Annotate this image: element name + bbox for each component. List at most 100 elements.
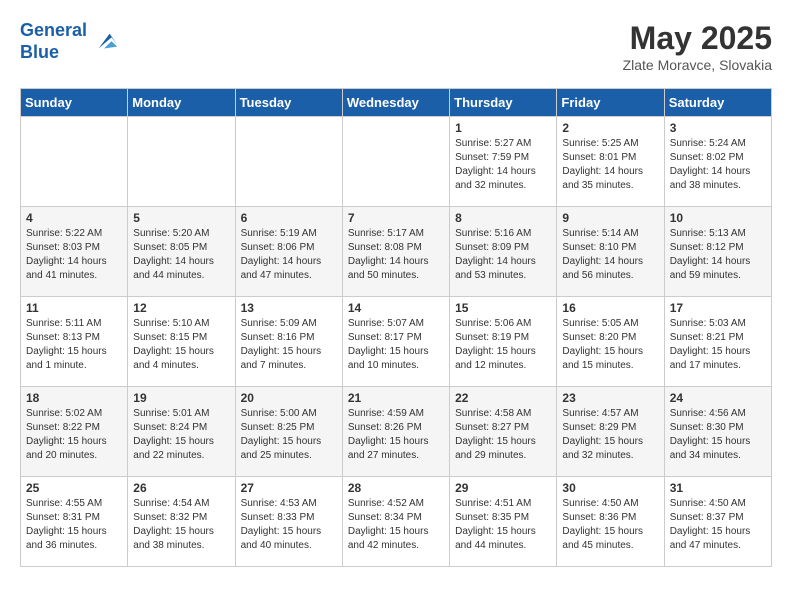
header-day-friday: Friday — [557, 89, 664, 117]
day-number: 26 — [133, 481, 229, 495]
title-block: May 2025 Zlate Moravce, Slovakia — [623, 20, 772, 73]
day-cell — [342, 117, 449, 207]
day-info: Sunrise: 5:03 AM Sunset: 8:21 PM Dayligh… — [670, 317, 766, 373]
week-row-5: 25Sunrise: 4:55 AM Sunset: 8:31 PM Dayli… — [21, 477, 772, 567]
day-cell: 30Sunrise: 4:50 AM Sunset: 8:36 PM Dayli… — [557, 477, 664, 567]
day-cell — [21, 117, 128, 207]
day-cell: 26 Sunrise: 4:54 AM Sunset: 8:32 PM Dayli… — [128, 477, 235, 567]
day-cell: 28 Sunrise: 4:52 AM Sunset: 8:34 PM Dayli… — [342, 477, 449, 567]
header-day-thursday: Thursday — [450, 89, 557, 117]
day-info: Sunrise: 5:09 AM Sunset: 8:16 PM Dayligh… — [241, 317, 337, 373]
day-info: Sunrise: 5:25 AM Sunset: 8:01 PM Dayligh… — [562, 137, 658, 193]
day-cell — [128, 117, 235, 207]
day-info: Sunrise: 5:02 AM Sunset: 8:22 PM Dayligh… — [26, 407, 122, 463]
day-number: 30 — [562, 481, 658, 495]
calendar-header: SundayMondayTuesdayWednesdayThursdayFrid… — [21, 89, 772, 117]
day-number: 12 — [133, 301, 229, 315]
day-cell: 17 Sunrise: 5:03 AM Sunset: 8:21 PM Dayli… — [664, 297, 771, 387]
header-day-monday: Monday — [128, 89, 235, 117]
day-cell: 2Sunrise: 5:25 AM Sunset: 8:01 PM Daylig… — [557, 117, 664, 207]
day-number: 14 — [348, 301, 444, 315]
day-info: Sunrise: 4:56 AM Sunset: 8:30 PM Dayligh… — [670, 407, 766, 463]
day-info: Sunrise: 5:11 AM Sunset: 8:13 PM Dayligh… — [26, 317, 122, 373]
day-number: 9 — [562, 211, 658, 225]
calendar-table: SundayMondayTuesdayWednesdayThursdayFrid… — [20, 88, 772, 567]
day-cell: 10Sunrise: 5:13 AM Sunset: 8:12 PM Dayli… — [664, 207, 771, 297]
day-cell: 11 Sunrise: 5:11 AM Sunset: 8:13 PM Dayli… — [21, 297, 128, 387]
day-cell: 27Sunrise: 4:53 AM Sunset: 8:33 PM Dayli… — [235, 477, 342, 567]
day-number: 29 — [455, 481, 551, 495]
day-number: 7 — [348, 211, 444, 225]
day-info: Sunrise: 5:16 AM Sunset: 8:09 PM Dayligh… — [455, 227, 551, 283]
day-cell: 15Sunrise: 5:06 AM Sunset: 8:19 PM Dayli… — [450, 297, 557, 387]
day-number: 11 — [26, 301, 122, 315]
day-info: Sunrise: 4:54 AM Sunset: 8:32 PM Dayligh… — [133, 497, 229, 553]
day-info: Sunrise: 5:13 AM Sunset: 8:12 PM Dayligh… — [670, 227, 766, 283]
day-number: 18 — [26, 391, 122, 405]
day-cell: 14 Sunrise: 5:07 AM Sunset: 8:17 PM Dayli… — [342, 297, 449, 387]
week-row-2: 4 Sunrise: 5:22 AM Sunset: 8:03 PM Daylig… — [21, 207, 772, 297]
day-number: 28 — [348, 481, 444, 495]
day-cell: 21 Sunrise: 4:59 AM Sunset: 8:26 PM Dayli… — [342, 387, 449, 477]
week-row-1: 1Sunrise: 5:27 AM Sunset: 7:59 PM Daylig… — [21, 117, 772, 207]
day-info: Sunrise: 5:05 AM Sunset: 8:20 PM Dayligh… — [562, 317, 658, 373]
day-info: Sunrise: 4:59 AM Sunset: 8:26 PM Dayligh… — [348, 407, 444, 463]
day-info: Sunrise: 5:01 AM Sunset: 8:24 PM Dayligh… — [133, 407, 229, 463]
day-cell: 6Sunrise: 5:19 AM Sunset: 8:06 PM Daylig… — [235, 207, 342, 297]
day-cell: 19 Sunrise: 5:01 AM Sunset: 8:24 PM Dayli… — [128, 387, 235, 477]
day-number: 20 — [241, 391, 337, 405]
day-cell: 24 Sunrise: 4:56 AM Sunset: 8:30 PM Dayli… — [664, 387, 771, 477]
day-cell — [235, 117, 342, 207]
logo-line2: Blue — [20, 42, 59, 62]
day-cell: 5 Sunrise: 5:20 AM Sunset: 8:05 PM Daylig… — [128, 207, 235, 297]
day-number: 21 — [348, 391, 444, 405]
week-row-4: 18 Sunrise: 5:02 AM Sunset: 8:22 PM Dayli… — [21, 387, 772, 477]
day-number: 8 — [455, 211, 551, 225]
week-row-3: 11 Sunrise: 5:11 AM Sunset: 8:13 PM Dayli… — [21, 297, 772, 387]
header-day-wednesday: Wednesday — [342, 89, 449, 117]
day-number: 4 — [26, 211, 122, 225]
day-cell: 1Sunrise: 5:27 AM Sunset: 7:59 PM Daylig… — [450, 117, 557, 207]
day-info: Sunrise: 4:53 AM Sunset: 8:33 PM Dayligh… — [241, 497, 337, 553]
day-info: Sunrise: 5:22 AM Sunset: 8:03 PM Dayligh… — [26, 227, 122, 283]
header-day-saturday: Saturday — [664, 89, 771, 117]
day-info: Sunrise: 4:52 AM Sunset: 8:34 PM Dayligh… — [348, 497, 444, 553]
day-number: 13 — [241, 301, 337, 315]
day-number: 24 — [670, 391, 766, 405]
day-cell: 9 Sunrise: 5:14 AM Sunset: 8:10 PM Daylig… — [557, 207, 664, 297]
day-cell: 29 Sunrise: 4:51 AM Sunset: 8:35 PM Dayli… — [450, 477, 557, 567]
day-info: Sunrise: 4:57 AM Sunset: 8:29 PM Dayligh… — [562, 407, 658, 463]
day-cell: 12Sunrise: 5:10 AM Sunset: 8:15 PM Dayli… — [128, 297, 235, 387]
day-info: Sunrise: 5:00 AM Sunset: 8:25 PM Dayligh… — [241, 407, 337, 463]
day-info: Sunrise: 5:20 AM Sunset: 8:05 PM Dayligh… — [133, 227, 229, 283]
day-cell: 18 Sunrise: 5:02 AM Sunset: 8:22 PM Dayli… — [21, 387, 128, 477]
day-cell: 13 Sunrise: 5:09 AM Sunset: 8:16 PM Dayli… — [235, 297, 342, 387]
day-info: Sunrise: 5:17 AM Sunset: 8:08 PM Dayligh… — [348, 227, 444, 283]
header-day-sunday: Sunday — [21, 89, 128, 117]
day-info: Sunrise: 5:14 AM Sunset: 8:10 PM Dayligh… — [562, 227, 658, 283]
header-day-tuesday: Tuesday — [235, 89, 342, 117]
day-cell: 23Sunrise: 4:57 AM Sunset: 8:29 PM Dayli… — [557, 387, 664, 477]
day-number: 5 — [133, 211, 229, 225]
day-number: 22 — [455, 391, 551, 405]
day-info: Sunrise: 5:07 AM Sunset: 8:17 PM Dayligh… — [348, 317, 444, 373]
day-number: 3 — [670, 121, 766, 135]
day-info: Sunrise: 5:06 AM Sunset: 8:19 PM Dayligh… — [455, 317, 551, 373]
day-number: 17 — [670, 301, 766, 315]
calendar-body: 1Sunrise: 5:27 AM Sunset: 7:59 PM Daylig… — [21, 117, 772, 567]
logo: General Blue — [20, 20, 119, 63]
month-title: May 2025 — [623, 20, 772, 57]
day-info: Sunrise: 4:50 AM Sunset: 8:37 PM Dayligh… — [670, 497, 766, 553]
day-number: 19 — [133, 391, 229, 405]
day-cell: 4 Sunrise: 5:22 AM Sunset: 8:03 PM Daylig… — [21, 207, 128, 297]
day-cell: 3Sunrise: 5:24 AM Sunset: 8:02 PM Daylig… — [664, 117, 771, 207]
location: Zlate Moravce, Slovakia — [623, 57, 772, 73]
day-info: Sunrise: 5:27 AM Sunset: 7:59 PM Dayligh… — [455, 137, 551, 193]
day-info: Sunrise: 4:55 AM Sunset: 8:31 PM Dayligh… — [26, 497, 122, 553]
day-cell: 7 Sunrise: 5:17 AM Sunset: 8:08 PM Daylig… — [342, 207, 449, 297]
day-info: Sunrise: 4:58 AM Sunset: 8:27 PM Dayligh… — [455, 407, 551, 463]
page-header: General Blue May 2025 Zlate Moravce, Slo… — [20, 20, 772, 73]
header-row: SundayMondayTuesdayWednesdayThursdayFrid… — [21, 89, 772, 117]
day-number: 31 — [670, 481, 766, 495]
day-info: Sunrise: 4:51 AM Sunset: 8:35 PM Dayligh… — [455, 497, 551, 553]
